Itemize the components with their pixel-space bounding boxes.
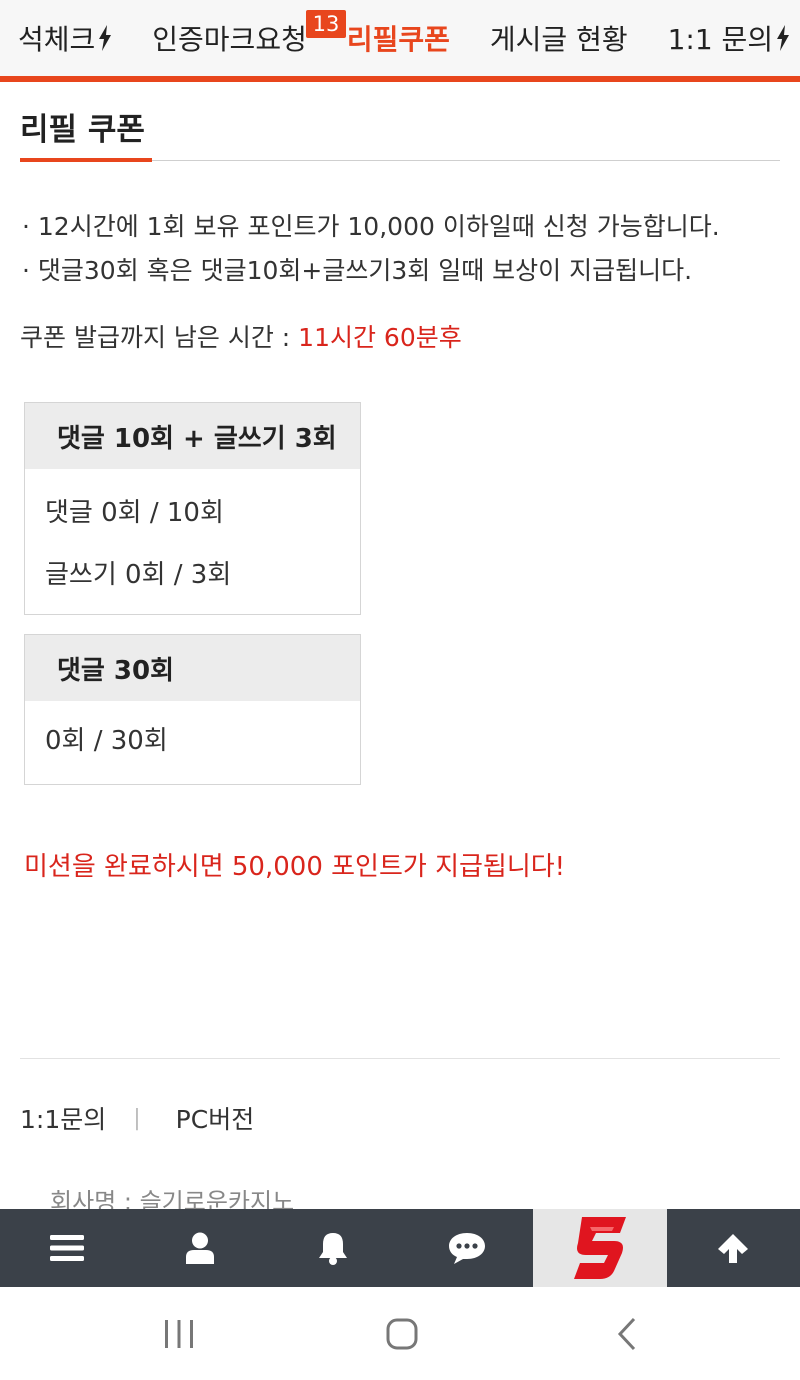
tab-label: 리필쿠폰 [346, 23, 450, 56]
recent-apps-icon [165, 1320, 193, 1348]
notification-count-badge: 13 [306, 10, 346, 38]
mission-title: 댓글 10회 + 글쓰기 3회 [25, 403, 360, 469]
bell-icon [319, 1233, 348, 1265]
footer-links: 1:1문의 | PC버전 [20, 1100, 254, 1136]
system-navigation-bar [0, 1287, 800, 1380]
tab-one-on-one-inquiry[interactable]: 1:1 문의 [648, 0, 800, 76]
lightning-icon [777, 25, 790, 51]
tab-bar-underline [0, 76, 800, 82]
title-accent-bar [20, 158, 152, 162]
notifications-button[interactable] [267, 1209, 400, 1287]
timer-value: 11시간 60분후 [298, 323, 462, 352]
profile-button[interactable] [133, 1209, 266, 1287]
timer-label: 쿠폰 발급까지 남은 시간 : [20, 323, 299, 352]
home-button[interactable] [372, 1309, 432, 1359]
user-icon [185, 1232, 214, 1264]
coupon-timer: 쿠폰 발급까지 남은 시간 : 11시간 60분후 [20, 318, 462, 354]
arrow-up-icon [718, 1234, 749, 1263]
menu-button[interactable] [0, 1209, 133, 1287]
tab-label: 인증마크요청 [152, 23, 307, 56]
chat-button[interactable] [400, 1209, 533, 1287]
footer-link-inquiry[interactable]: 1:1문의 [20, 1100, 106, 1136]
top-tab-bar: 석체크 인증마크요청 리필쿠폰 게시글 현황 1:1 문의 [0, 0, 800, 76]
mission-progress-posts: 글쓰기 0회 / 3회 [45, 559, 232, 590]
reward-message: 미션을 완료하시면 50,000 포인트가 지급됩니다! [24, 852, 566, 882]
note-line: · 댓글30회 혹은 댓글10회+글쓰기3회 일때 보상이 지급됩니다. [22, 256, 693, 285]
mission-progress-comments: 0회 / 30회 [45, 725, 168, 756]
menu-icon [49, 1235, 84, 1261]
mission-progress-comments: 댓글 0회 / 10회 [45, 497, 224, 528]
scroll-top-button[interactable] [667, 1209, 800, 1287]
tab-label: 석체크 [18, 23, 96, 56]
info-notes: · 12시간에 1회 보유 포인트가 10,000 이하일때 신청 가능합니다.… [22, 205, 720, 293]
footer-link-pc-version[interactable]: PC버전 [176, 1100, 255, 1136]
mission-box-comments-only: 댓글 30회 0회 / 30회 [24, 634, 361, 785]
site-logo-button[interactable] [533, 1209, 667, 1287]
site-logo [573, 1217, 626, 1279]
page-title: 리필 쿠폰 [20, 112, 145, 148]
home-icon [386, 1318, 418, 1350]
tab-refill-coupon[interactable]: 리필쿠폰 [327, 0, 470, 76]
tab-post-status[interactable]: 게시글 현황 [470, 0, 648, 76]
recent-apps-button[interactable] [149, 1309, 209, 1359]
footer-separator: | [133, 1105, 141, 1131]
chat-icon [448, 1233, 485, 1264]
footer-divider [20, 1058, 780, 1059]
mission-box-comments-and-posts: 댓글 10회 + 글쓰기 3회 댓글 0회 / 10회 글쓰기 0회 / 3회 [24, 402, 361, 615]
back-icon [617, 1317, 636, 1351]
tab-certification-request[interactable]: 인증마크요청 [132, 0, 327, 76]
tab-label: 1:1 문의 [667, 23, 774, 56]
bottom-app-bar [0, 1209, 800, 1287]
mission-title: 댓글 30회 [25, 635, 360, 701]
lightning-icon [99, 25, 112, 51]
back-button[interactable] [597, 1309, 657, 1359]
tab-label: 게시글 현황 [489, 23, 628, 56]
tab-attendance-check[interactable]: 석체크 [0, 0, 132, 76]
note-line: · 12시간에 1회 보유 포인트가 10,000 이하일때 신청 가능합니다. [22, 212, 720, 241]
